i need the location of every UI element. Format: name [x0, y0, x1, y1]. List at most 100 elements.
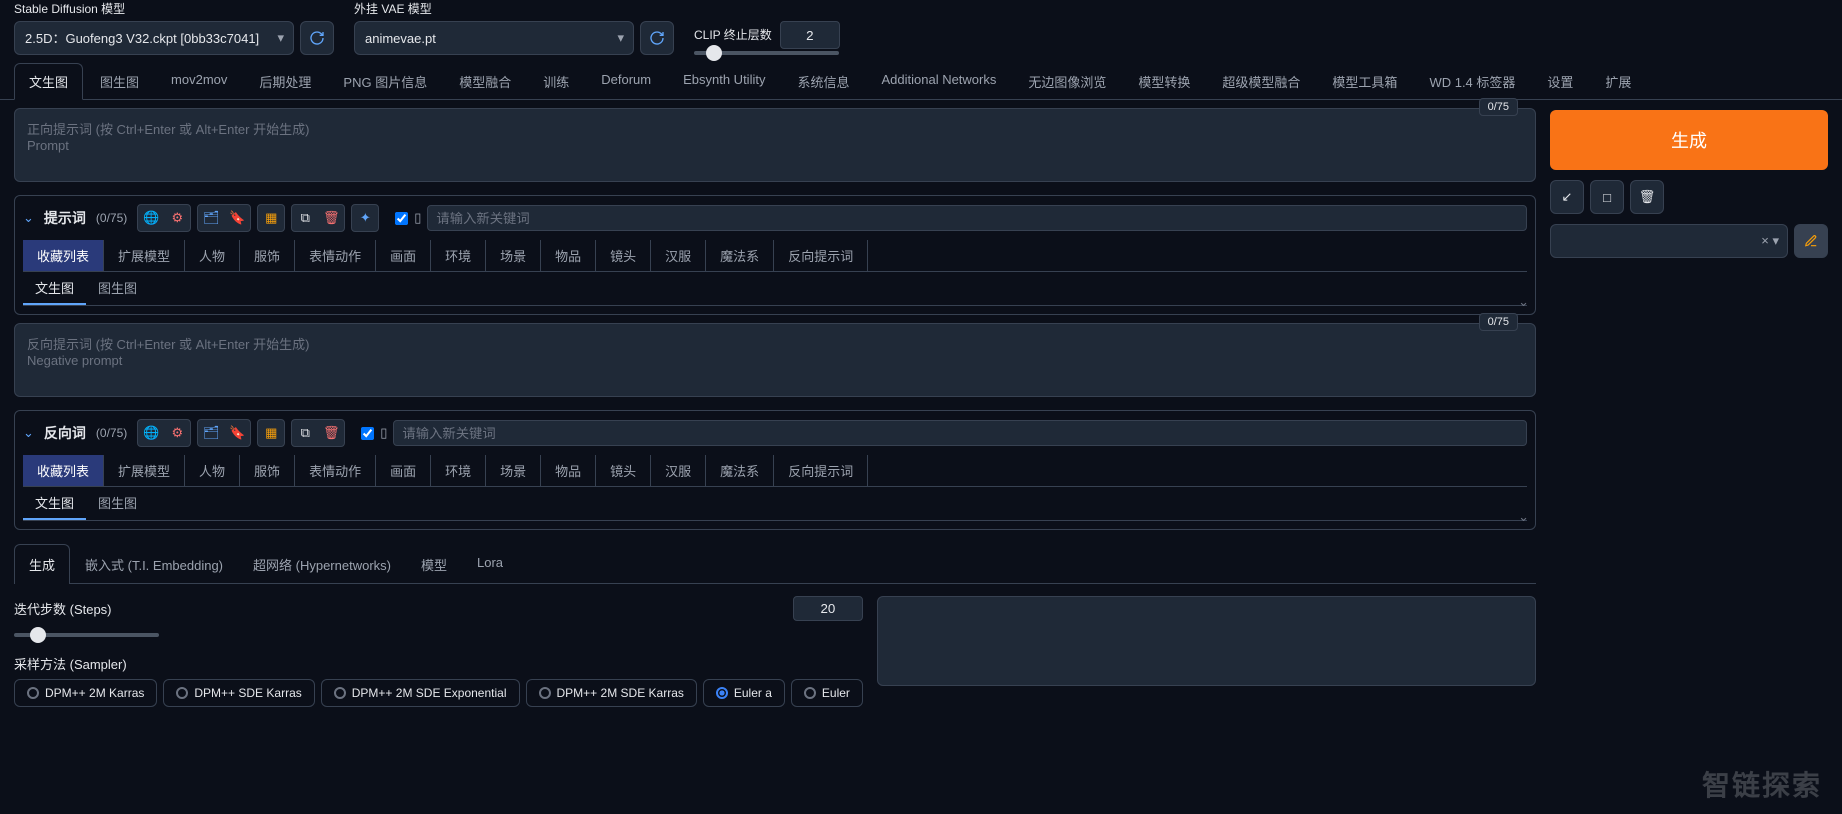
bookmark-icon[interactable]: 🔖 — [226, 207, 248, 229]
category-tab[interactable]: 画面 — [376, 455, 431, 486]
card-icon[interactable]: 🗂 — [200, 422, 222, 444]
main-tab-1[interactable]: 图生图 — [85, 63, 154, 100]
arrow-icon[interactable]: ↙ — [1550, 180, 1584, 214]
category-tab[interactable]: 人物 — [185, 455, 240, 486]
sub-tab[interactable]: 图生图 — [86, 487, 149, 520]
card-icon[interactable]: 🗂 — [200, 207, 222, 229]
prompt-input[interactable] — [14, 108, 1536, 182]
book-icon[interactable]: ▯ — [414, 210, 421, 226]
keyword-toggle-checkbox[interactable] — [361, 427, 374, 440]
refresh-vae-icon[interactable] — [640, 21, 674, 55]
main-tab-13[interactable]: 超级模型融合 — [1207, 63, 1315, 100]
category-tab[interactable]: 扩展模型 — [104, 240, 185, 271]
category-tab[interactable]: 表情动作 — [295, 455, 376, 486]
refresh-sd-icon[interactable] — [300, 21, 334, 55]
generate-button[interactable]: 生成 — [1550, 110, 1828, 170]
category-tab[interactable]: 环境 — [431, 455, 486, 486]
keyword-input[interactable] — [427, 205, 1527, 231]
grid-icon[interactable]: ▦ — [260, 422, 282, 444]
main-tab-11[interactable]: 无边图像浏览 — [1013, 63, 1121, 100]
steps-slider[interactable] — [14, 633, 159, 637]
sub-tab[interactable]: 文生图 — [23, 487, 86, 520]
category-tab[interactable]: 魔法系 — [706, 455, 774, 486]
sub-tab[interactable]: 文生图 — [23, 272, 86, 305]
category-tab[interactable]: 表情动作 — [295, 240, 376, 271]
sampler-option[interactable]: Euler — [791, 679, 863, 707]
main-tab-14[interactable]: 模型工具箱 — [1317, 63, 1412, 100]
book-icon[interactable]: ▯ — [380, 425, 387, 441]
grid-icon[interactable]: ▦ — [260, 207, 282, 229]
chevron-down-icon[interactable]: ⌄ — [23, 425, 34, 441]
gear-red-icon[interactable]: ⚙ — [166, 207, 188, 229]
copy-icon[interactable]: ⧉ — [294, 207, 316, 229]
main-tab-17[interactable]: 扩展 — [1590, 63, 1646, 100]
top-bar: Stable Diffusion 模型 2.5D：Guofeng3 V32.ck… — [0, 0, 1842, 63]
chevron-down-icon[interactable]: ⌄ — [23, 210, 34, 226]
category-tab[interactable]: 镜头 — [596, 455, 651, 486]
main-tab-8[interactable]: Ebsynth Utility — [668, 63, 780, 100]
clip-slider[interactable] — [694, 51, 839, 55]
main-tab-2[interactable]: mov2mov — [156, 63, 242, 100]
edit-styles-icon[interactable] — [1794, 224, 1828, 258]
stop-icon[interactable]: □ — [1590, 180, 1624, 214]
gear-red-icon[interactable]: ⚙ — [166, 422, 188, 444]
main-tab-6[interactable]: 训练 — [528, 63, 584, 100]
category-tab[interactable]: 汉服 — [651, 455, 706, 486]
vae-model-select[interactable]: animevae.pt — [354, 21, 634, 55]
globe-red-icon[interactable]: 🌐 — [140, 422, 162, 444]
category-tab[interactable]: 画面 — [376, 240, 431, 271]
gen-tab[interactable]: 生成 — [14, 544, 70, 584]
sampler-option[interactable]: DPM++ 2M SDE Exponential — [321, 679, 520, 707]
category-tab[interactable]: 扩展模型 — [104, 455, 185, 486]
category-tab[interactable]: 汉服 — [651, 240, 706, 271]
styles-select[interactable]: × ▾ — [1550, 224, 1788, 258]
steps-value-input[interactable] — [793, 596, 863, 621]
sd-model-select[interactable]: 2.5D：Guofeng3 V32.ckpt [0bb33c7041] — [14, 21, 294, 55]
main-tab-9[interactable]: 系统信息 — [782, 63, 864, 100]
globe-red-icon[interactable]: 🌐 — [140, 207, 162, 229]
sub-tab[interactable]: 图生图 — [86, 272, 149, 305]
expand-icon[interactable]: ⌄ — [1518, 509, 1529, 525]
trash-icon[interactable]: 🗑 — [1630, 180, 1664, 214]
category-tab[interactable]: 场景 — [486, 240, 541, 271]
main-tab-15[interactable]: WD 1.4 标签器 — [1414, 63, 1530, 100]
trash-icon[interactable]: 🗑 — [320, 422, 342, 444]
category-tab[interactable]: 服饰 — [240, 240, 295, 271]
trash-icon[interactable]: 🗑 — [320, 207, 342, 229]
sampler-option[interactable]: DPM++ SDE Karras — [163, 679, 314, 707]
sampler-option[interactable]: DPM++ 2M SDE Karras — [526, 679, 697, 707]
sampler-option[interactable]: Euler a — [703, 679, 785, 707]
category-tab[interactable]: 人物 — [185, 240, 240, 271]
gen-tab[interactable]: Lora — [462, 544, 518, 584]
keyword-toggle-checkbox[interactable] — [395, 212, 408, 225]
main-tab-0[interactable]: 文生图 — [14, 63, 83, 100]
main-tab-3[interactable]: 后期处理 — [244, 63, 326, 100]
ai-icon[interactable]: ✦ — [354, 207, 376, 229]
main-tab-7[interactable]: Deforum — [586, 63, 666, 100]
main-tab-12[interactable]: 模型转换 — [1123, 63, 1205, 100]
gen-tab[interactable]: 嵌入式 (T.I. Embedding) — [70, 544, 238, 584]
category-tab[interactable]: 收藏列表 — [23, 240, 104, 271]
category-tab[interactable]: 环境 — [431, 240, 486, 271]
sampler-option[interactable]: DPM++ 2M Karras — [14, 679, 157, 707]
category-tab[interactable]: 服饰 — [240, 455, 295, 486]
main-tab-10[interactable]: Additional Networks — [866, 63, 1011, 100]
category-tab[interactable]: 物品 — [541, 240, 596, 271]
copy-icon[interactable]: ⧉ — [294, 422, 316, 444]
gen-tab[interactable]: 超网络 (Hypernetworks) — [238, 544, 406, 584]
keyword-input[interactable] — [393, 420, 1527, 446]
main-tab-16[interactable]: 设置 — [1532, 63, 1588, 100]
main-tab-5[interactable]: 模型融合 — [444, 63, 526, 100]
category-tab[interactable]: 反向提示词 — [774, 240, 868, 271]
category-tab[interactable]: 物品 — [541, 455, 596, 486]
category-tab[interactable]: 魔法系 — [706, 240, 774, 271]
category-tab[interactable]: 收藏列表 — [23, 455, 104, 486]
category-tab[interactable]: 镜头 — [596, 240, 651, 271]
category-tab[interactable]: 反向提示词 — [774, 455, 868, 486]
bookmark-icon[interactable]: 🔖 — [226, 422, 248, 444]
expand-icon[interactable]: ⌄ — [1518, 294, 1529, 310]
gen-tab[interactable]: 模型 — [406, 544, 462, 584]
category-tab[interactable]: 场景 — [486, 455, 541, 486]
main-tab-4[interactable]: PNG 图片信息 — [328, 63, 442, 100]
neg-prompt-input[interactable] — [14, 323, 1536, 397]
